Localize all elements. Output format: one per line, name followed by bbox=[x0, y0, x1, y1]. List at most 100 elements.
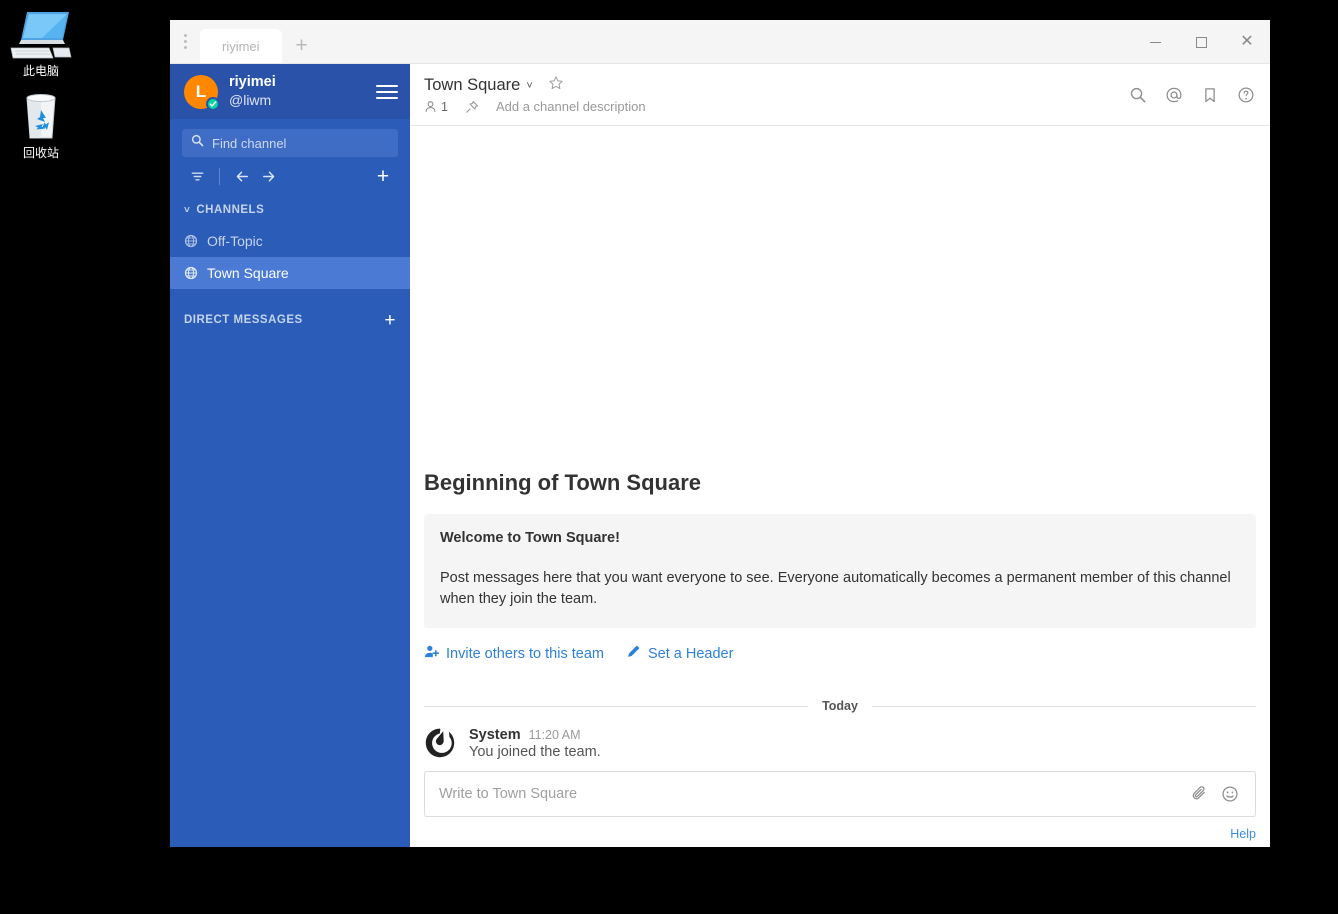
member-count: 1 bbox=[441, 99, 448, 114]
channel-description-placeholder[interactable]: Add a channel description bbox=[496, 99, 646, 114]
channel-subheader: 1 Add a channel description bbox=[424, 99, 1128, 114]
add-direct-message-button[interactable]: + bbox=[384, 311, 396, 330]
avatar[interactable]: L bbox=[184, 74, 220, 111]
tab-riyimei[interactable]: riyimei bbox=[200, 29, 282, 63]
globe-icon bbox=[184, 234, 198, 248]
arrow-right-icon[interactable] bbox=[255, 163, 281, 189]
user-handle: @liwm bbox=[229, 91, 272, 108]
maximize-button[interactable] bbox=[1178, 20, 1224, 64]
post-timestamp: 11:20 AM bbox=[528, 728, 581, 742]
post-content: System 11:20 AM You joined the team. bbox=[469, 727, 1256, 761]
mattermost-logo-icon bbox=[425, 728, 455, 758]
team-header[interactable]: L riyimei @liwm bbox=[170, 64, 410, 119]
desktop-icon-label: 此电脑 bbox=[22, 64, 59, 78]
channel-header-info: Town Square ˅ 1 Add a channel descriptio… bbox=[424, 75, 1128, 114]
search-icon[interactable] bbox=[1128, 85, 1148, 105]
help-row: Help bbox=[410, 821, 1270, 847]
message-input-placeholder: Write to Town Square bbox=[439, 786, 578, 802]
search-icon bbox=[191, 134, 204, 152]
channel-header-actions bbox=[1128, 85, 1256, 105]
at-mention-icon[interactable] bbox=[1164, 85, 1184, 105]
date-separator-label: Today bbox=[822, 699, 858, 713]
message-input[interactable]: Write to Town Square bbox=[424, 771, 1256, 817]
welcome-title: Welcome to Town Square! bbox=[440, 529, 620, 546]
main-panel: Town Square ˅ 1 Add a channel descriptio… bbox=[410, 64, 1270, 847]
avatar[interactable] bbox=[424, 727, 458, 761]
question-circle-icon[interactable] bbox=[1236, 85, 1256, 105]
channel-header: Town Square ˅ 1 Add a channel descriptio… bbox=[410, 64, 1270, 126]
invite-others-label: Invite others to this team bbox=[446, 645, 604, 662]
sidebar-section-direct-messages[interactable]: DIRECT MESSAGES + bbox=[170, 305, 410, 335]
sidebar-item-label: Off-Topic bbox=[207, 233, 263, 249]
sidebar-item-town-square[interactable]: Town Square bbox=[170, 257, 410, 289]
channel-intro-actions: Invite others to this team Set a Header bbox=[424, 644, 1256, 663]
window-body: L riyimei @liwm Find channel + ˅ CHANNEL… bbox=[170, 64, 1270, 847]
channel-intro: Beginning of Town Square Welcome to Town… bbox=[424, 470, 1256, 671]
chevron-down-icon[interactable]: ˅ bbox=[526, 80, 532, 92]
this-pc-icon bbox=[6, 10, 76, 60]
team-name: riyimei bbox=[229, 74, 276, 91]
pin-icon[interactable] bbox=[465, 100, 479, 114]
pencil-icon bbox=[626, 644, 641, 663]
minimize-button[interactable] bbox=[1132, 20, 1178, 64]
globe-icon bbox=[184, 266, 198, 280]
search-placeholder: Find channel bbox=[212, 135, 287, 151]
channel-title[interactable]: Town Square bbox=[424, 76, 520, 95]
post-item: System 11:20 AM You joined the team. bbox=[424, 723, 1256, 771]
set-header-button[interactable]: Set a Header bbox=[626, 644, 733, 663]
recycle-bin-icon bbox=[6, 92, 76, 142]
channel-welcome-box: Welcome to Town Square! Post messages he… bbox=[424, 513, 1256, 628]
maximize-icon bbox=[1195, 36, 1207, 48]
sidebar-item-label: Town Square bbox=[207, 265, 289, 281]
sidebar-section-label: CHANNELS bbox=[196, 204, 265, 216]
date-separator-line-left bbox=[424, 705, 809, 707]
team-identity: riyimei @liwm bbox=[229, 74, 376, 108]
post-list: Beginning of Town Square Welcome to Town… bbox=[410, 126, 1270, 771]
paperclip-icon[interactable] bbox=[1185, 779, 1215, 809]
status-online-icon bbox=[206, 96, 220, 111]
chevron-down-icon: ˅ bbox=[184, 204, 191, 216]
set-header-label: Set a Header bbox=[647, 645, 734, 662]
sidebar-empty-space bbox=[170, 335, 410, 847]
composer-container: Write to Town Square bbox=[410, 771, 1270, 821]
tab-label: riyimei bbox=[222, 38, 260, 54]
arrow-left-icon[interactable] bbox=[229, 163, 255, 189]
post-author[interactable]: System bbox=[469, 727, 521, 743]
sidebar-item-off-topic[interactable]: Off-Topic bbox=[170, 225, 410, 257]
desktop-icon-recycle-bin[interactable]: 回收站 bbox=[6, 92, 76, 161]
invite-others-button[interactable]: Invite others to this team bbox=[424, 644, 604, 663]
sidebar-toolbar: + bbox=[170, 157, 410, 195]
mattermost-window: riyimei + ✕ L riyimei @liwm Find channel… bbox=[170, 20, 1270, 847]
sidebar-section-label: DIRECT MESSAGES bbox=[184, 314, 303, 326]
add-user-icon bbox=[424, 644, 440, 663]
close-icon: ✕ bbox=[1240, 33, 1254, 50]
channel-title-row: Town Square ˅ bbox=[424, 75, 1128, 96]
help-link[interactable]: Help bbox=[1230, 827, 1256, 841]
post-message: You joined the team. bbox=[469, 744, 601, 760]
channel-intro-title: Beginning of Town Square bbox=[424, 469, 702, 495]
post-header: System 11:20 AM bbox=[469, 727, 1256, 743]
close-button[interactable]: ✕ bbox=[1224, 20, 1270, 64]
desktop-icon-label: 回收站 bbox=[22, 146, 59, 160]
hamburger-icon[interactable] bbox=[376, 81, 398, 103]
filter-icon[interactable] bbox=[184, 163, 210, 189]
bookmark-icon[interactable] bbox=[1200, 85, 1220, 105]
window-tab-bar: riyimei + ✕ bbox=[170, 20, 1270, 64]
plus-icon: + bbox=[376, 164, 390, 188]
date-separator-line-right bbox=[871, 705, 1257, 707]
search-container: Find channel bbox=[170, 119, 410, 157]
dots-vertical-icon[interactable] bbox=[170, 19, 200, 63]
add-tab-button[interactable]: + bbox=[282, 29, 322, 63]
desktop-icon-this-pc[interactable]: 此电脑 bbox=[6, 10, 76, 79]
toolbar-divider bbox=[219, 167, 220, 185]
sidebar-section-channels[interactable]: ˅ CHANNELS bbox=[170, 195, 410, 225]
favorite-star-icon[interactable] bbox=[548, 75, 564, 96]
emoji-smiley-icon[interactable] bbox=[1215, 779, 1245, 809]
window-controls: ✕ bbox=[1132, 20, 1270, 64]
date-separator: Today bbox=[424, 699, 1257, 713]
welcome-body: Post messages here that you want everyon… bbox=[440, 569, 1231, 607]
search-input[interactable]: Find channel bbox=[182, 129, 398, 157]
channel-members-button[interactable]: 1 bbox=[424, 100, 448, 114]
add-channel-button[interactable]: + bbox=[370, 163, 396, 189]
sidebar: L riyimei @liwm Find channel + ˅ CHANNEL… bbox=[170, 64, 410, 847]
